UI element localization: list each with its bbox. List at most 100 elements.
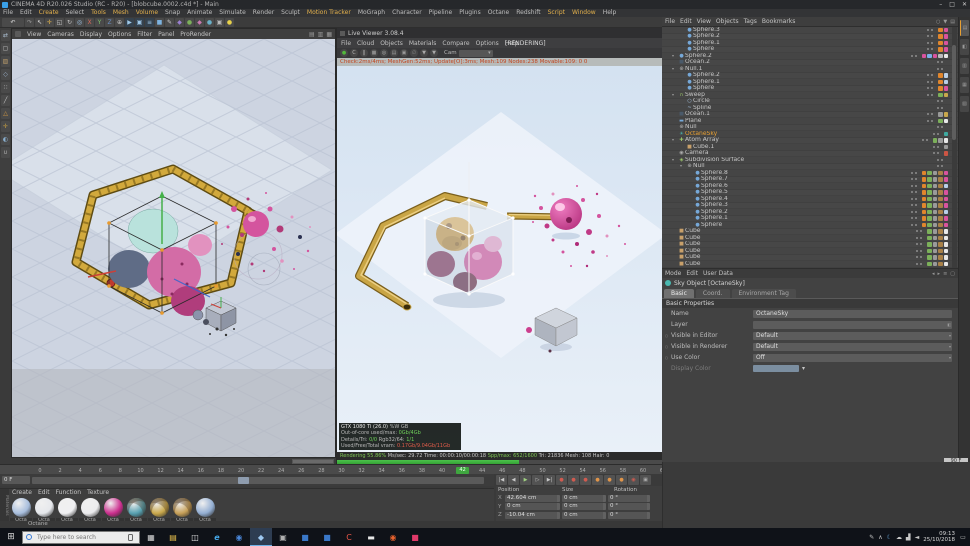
live-viewer-menu-materials[interactable]: Materials bbox=[409, 40, 437, 47]
object-name[interactable]: Cube bbox=[685, 254, 701, 260]
viewport-menu-cameras[interactable]: Cameras bbox=[47, 31, 74, 38]
object-name[interactable]: Sphere.5 bbox=[701, 189, 728, 195]
store-app[interactable]: ◫ bbox=[184, 528, 206, 546]
y-position-field[interactable]: 0 cm bbox=[505, 503, 560, 511]
menu-pipeline[interactable]: Pipeline bbox=[429, 9, 452, 17]
object-name[interactable]: Sphere bbox=[693, 46, 714, 52]
material-tag[interactable] bbox=[943, 177, 948, 182]
material-tag[interactable] bbox=[921, 170, 926, 175]
prev-frame-button[interactable]: ◀ bbox=[508, 475, 519, 485]
material-tag[interactable] bbox=[938, 248, 943, 253]
material-tag[interactable] bbox=[938, 34, 943, 39]
material-tag[interactable] bbox=[927, 190, 932, 195]
material-tag[interactable] bbox=[943, 183, 948, 188]
om-menu-edit[interactable]: Edit bbox=[680, 18, 692, 25]
lock-resolution-button[interactable]: ∅ bbox=[410, 49, 418, 57]
menu-character[interactable]: Character bbox=[392, 9, 422, 17]
object-name[interactable]: Atom Array bbox=[685, 137, 719, 143]
material-tag[interactable] bbox=[943, 34, 948, 39]
stepper[interactable] bbox=[603, 503, 606, 511]
material-tag[interactable] bbox=[927, 183, 932, 188]
visibility-dots[interactable] bbox=[937, 67, 939, 70]
visibility-dots[interactable] bbox=[927, 28, 929, 31]
visibility-dots[interactable] bbox=[927, 113, 929, 116]
visibility-dots[interactable] bbox=[916, 236, 918, 239]
am-config-icon[interactable]: ≡ bbox=[943, 271, 947, 277]
layout-tab-content[interactable]: ▦ bbox=[960, 77, 969, 93]
material-tag[interactable] bbox=[943, 203, 948, 208]
layout-tab-layers[interactable]: ▥ bbox=[960, 58, 969, 74]
material-tag[interactable] bbox=[943, 112, 948, 117]
menu-redshift[interactable]: Redshift bbox=[516, 9, 540, 17]
material-tag[interactable] bbox=[927, 248, 932, 253]
minimize-button[interactable]: – bbox=[939, 0, 942, 9]
material-tag[interactable] bbox=[932, 177, 937, 182]
material-tag[interactable] bbox=[927, 170, 932, 175]
material-tag[interactable] bbox=[938, 92, 943, 97]
record-position-toggle[interactable]: ● bbox=[568, 475, 579, 485]
material-tag[interactable] bbox=[943, 261, 948, 266]
tab-coord-[interactable]: Coord. bbox=[695, 289, 730, 298]
pin-icon[interactable]: ✎ bbox=[869, 534, 874, 541]
material-item-5[interactable]: Octa bbox=[102, 497, 124, 524]
material-tag[interactable] bbox=[943, 47, 948, 52]
points-mode-button[interactable]: ∷ bbox=[1, 82, 10, 93]
tab-basic[interactable]: Basic bbox=[664, 289, 694, 298]
object-name[interactable]: Sphere.2 bbox=[693, 33, 720, 39]
live-viewer-menu-compare[interactable]: Compare bbox=[442, 40, 469, 47]
material-tag[interactable] bbox=[927, 222, 932, 227]
material-menu-create[interactable]: Create bbox=[12, 489, 32, 497]
timeline-playhead[interactable]: 42 bbox=[456, 466, 470, 474]
frame-slider-handle[interactable] bbox=[238, 476, 250, 484]
visibility-dots[interactable] bbox=[937, 100, 939, 103]
material-tag[interactable] bbox=[921, 209, 926, 214]
object-name[interactable]: Subdivision Surface bbox=[685, 157, 744, 163]
viewport-menu-filter[interactable]: Filter bbox=[137, 31, 152, 38]
object-name[interactable]: Sphere.2 bbox=[685, 53, 712, 59]
frame-range-slider[interactable] bbox=[32, 476, 484, 484]
menu-edit[interactable]: Edit bbox=[20, 9, 32, 17]
stepper[interactable] bbox=[647, 494, 650, 502]
om-path-icon[interactable]: ▤ bbox=[950, 19, 955, 25]
visibility-dots[interactable] bbox=[927, 87, 929, 90]
visibility-dots[interactable] bbox=[916, 230, 918, 233]
visibility-dots[interactable] bbox=[927, 74, 929, 77]
visibility-dots[interactable] bbox=[927, 80, 929, 83]
material-tag[interactable] bbox=[927, 216, 932, 221]
name-field[interactable]: OctaneSky bbox=[753, 309, 952, 318]
material-tag[interactable] bbox=[943, 255, 948, 260]
pink-app[interactable]: ■ bbox=[404, 528, 426, 546]
menu-help[interactable]: Help bbox=[603, 9, 617, 17]
network-icon[interactable]: ▟ bbox=[906, 534, 911, 541]
material-tag[interactable] bbox=[943, 86, 948, 91]
use-color-field[interactable]: Off ▾ bbox=[753, 353, 952, 362]
material-tag[interactable] bbox=[943, 242, 948, 247]
material-tag[interactable] bbox=[943, 118, 948, 123]
material-tag[interactable] bbox=[943, 229, 948, 234]
action-center-icon[interactable]: ▭ bbox=[959, 534, 967, 541]
menu-file[interactable]: File bbox=[3, 9, 13, 17]
om-menu-view[interactable]: View bbox=[697, 18, 711, 25]
am-lock-icon[interactable]: ▢ bbox=[950, 271, 955, 277]
am-back-icon[interactable]: ◂ bbox=[932, 271, 935, 277]
autokey-button[interactable]: ◉ bbox=[628, 475, 639, 485]
stepper[interactable] bbox=[647, 511, 650, 519]
material-tag[interactable] bbox=[943, 190, 948, 195]
material-tag[interactable] bbox=[943, 209, 948, 214]
object-name[interactable]: Sphere.1 bbox=[693, 79, 720, 85]
material-item-4[interactable]: Octa bbox=[79, 497, 101, 524]
material-tag[interactable] bbox=[943, 248, 948, 253]
keyframe-selection-button[interactable]: ▣ bbox=[640, 475, 651, 485]
record-scale-toggle[interactable]: ● bbox=[580, 475, 591, 485]
visibility-dots[interactable] bbox=[916, 262, 918, 265]
material-tag[interactable] bbox=[943, 73, 948, 78]
blue-app-2[interactable]: ■ bbox=[316, 528, 338, 546]
tab-environment-tag[interactable]: Environment Tag bbox=[731, 289, 796, 298]
material-tag[interactable] bbox=[943, 79, 948, 84]
menu-plugins[interactable]: Plugins bbox=[459, 9, 481, 17]
visibility-dots[interactable] bbox=[910, 191, 913, 194]
material-tag[interactable] bbox=[938, 73, 943, 78]
material-tag[interactable] bbox=[938, 112, 943, 117]
add-cube-primitive-button[interactable]: ■ bbox=[155, 18, 164, 27]
material-tag[interactable] bbox=[938, 209, 943, 214]
